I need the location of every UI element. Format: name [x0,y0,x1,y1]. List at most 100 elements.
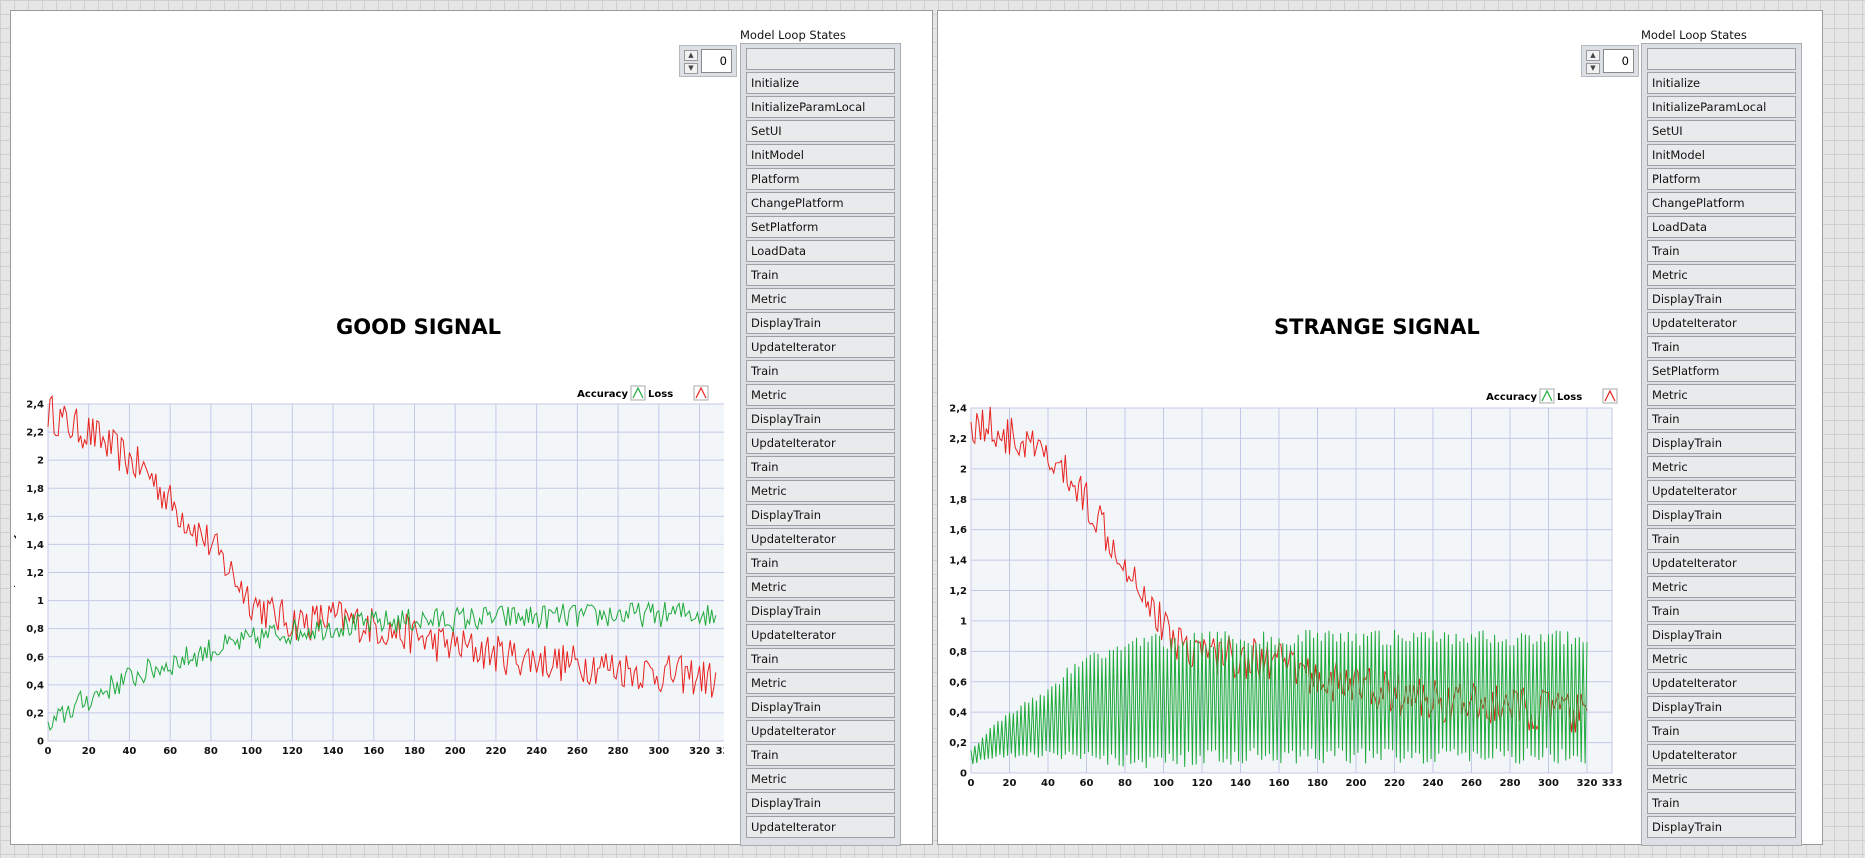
state-item[interactable]: Metric [746,672,895,694]
state-item[interactable]: DisplayTrain [1647,432,1796,454]
state-item[interactable]: DisplayTrain [1647,504,1796,526]
state-item[interactable]: DisplayTrain [1647,816,1796,838]
state-item[interactable]: DisplayTrain [746,504,895,526]
panel-title: STRANGE SIGNAL [1274,315,1480,339]
state-item[interactable]: UpdateIterator [746,528,895,550]
state-item[interactable] [1647,48,1796,70]
decrement-icon[interactable]: ▼ [684,63,698,74]
state-item[interactable]: DisplayTrain [1647,624,1796,646]
x-tick-label: 200 [1346,778,1367,789]
state-item[interactable]: SetPlatform [1647,360,1796,382]
state-item[interactable]: UpdateIterator [746,432,895,454]
state-item[interactable]: Metric [746,384,895,406]
state-item[interactable]: DisplayTrain [746,312,895,334]
state-item[interactable]: DisplayTrain [1647,288,1796,310]
legend-swatch-loss [693,385,709,401]
state-item[interactable]: ChangePlatform [1647,192,1796,214]
state-item[interactable] [746,48,895,70]
state-item[interactable]: Metric [1647,576,1796,598]
decrement-icon[interactable]: ▼ [1586,63,1600,74]
y-tick-label: 1,2 [26,568,44,579]
state-item[interactable]: Train [1647,528,1796,550]
state-item[interactable]: Metric [1647,768,1796,790]
state-item[interactable]: Metric [746,288,895,310]
state-item[interactable]: LoadData [1647,216,1796,238]
state-item[interactable]: SetUI [1647,120,1796,142]
state-item[interactable]: UpdateIterator [1647,552,1796,574]
state-item[interactable]: UpdateIterator [1647,480,1796,502]
state-item[interactable]: Train [746,264,895,286]
numeric-value[interactable]: 0 [701,49,732,73]
x-tick-label: 120 [1192,778,1213,789]
state-item[interactable]: DisplayTrain [746,696,895,718]
state-item[interactable]: LoadData [746,240,895,262]
state-item[interactable]: Metric [746,480,895,502]
state-item[interactable]: SetPlatform [746,216,895,238]
y-tick-label: 1,2 [949,586,967,597]
state-item[interactable]: UpdateIterator [746,624,895,646]
legend-label-accuracy: Accuracy [577,389,628,400]
state-item[interactable]: ChangePlatform [746,192,895,214]
state-item[interactable]: Initialize [746,72,895,94]
increment-icon[interactable]: ▲ [1586,50,1600,61]
state-item[interactable]: Train [1647,408,1796,430]
state-item[interactable]: Train [1647,240,1796,262]
x-tick-label: 100 [1153,778,1174,789]
state-item[interactable]: Train [746,744,895,766]
state-item[interactable]: Metric [1647,264,1796,286]
state-item[interactable]: Platform [746,168,895,190]
y-tick-label: 2,2 [26,428,44,439]
x-tick-label: 0 [968,778,975,789]
state-item[interactable]: Train [1647,792,1796,814]
state-item[interactable]: InitializeParamLocal [1647,96,1796,118]
state-item[interactable]: Train [1647,600,1796,622]
state-item[interactable]: Train [1647,720,1796,742]
state-item[interactable]: Metric [746,768,895,790]
x-tick-label: 260 [567,746,588,757]
x-tick-label: 280 [1500,778,1521,789]
state-item[interactable]: Train [746,360,895,382]
model-loop-states-list[interactable]: Initialize InitializeParamLocal SetUI InitM… [740,43,901,846]
state-item[interactable]: Train [1647,336,1796,358]
model-loop-states-list[interactable]: Initialize InitializeParamLocal SetUI InitM… [1641,43,1802,846]
numeric-spinner[interactable]: ▲ ▼ [684,50,698,74]
numeric-value[interactable]: 0 [1603,49,1634,73]
state-item[interactable]: UpdateIterator [1647,312,1796,334]
state-item[interactable]: SetUI [746,120,895,142]
state-item[interactable]: Train [746,648,895,670]
state-item[interactable]: Train [746,456,895,478]
y-tick-label: 1 [37,596,44,607]
state-item[interactable]: Platform [1647,168,1796,190]
state-item[interactable]: InitModel [746,144,895,166]
x-tick-label: 320 [689,746,710,757]
state-item[interactable]: UpdateIterator [1647,744,1796,766]
x-tick-label: 60 [163,746,177,757]
state-item[interactable]: Initialize [1647,72,1796,94]
state-item[interactable]: InitModel [1647,144,1796,166]
state-item[interactable]: Metric [746,576,895,598]
x-tick-label: 80 [1118,778,1132,789]
state-item[interactable]: UpdateIterator [746,336,895,358]
state-item[interactable]: UpdateIterator [746,720,895,742]
state-item[interactable]: Metric [1647,456,1796,478]
state-item[interactable]: DisplayTrain [746,408,895,430]
x-tick-label: 280 [608,746,629,757]
state-index-numeric[interactable]: ▲ ▼ 0 [679,45,737,77]
state-item[interactable]: DisplayTrain [746,792,895,814]
y-tick-label: 1,4 [26,540,44,551]
state-item[interactable]: DisplayTrain [746,600,895,622]
numeric-spinner[interactable]: ▲ ▼ [1586,50,1600,74]
increment-icon[interactable]: ▲ [684,50,698,61]
x-tick-label: 220 [485,746,506,757]
state-item[interactable]: DisplayTrain [1647,696,1796,718]
y-axis-title: Loss/Accuracy [939,550,940,630]
state-item[interactable]: Train [746,552,895,574]
x-tick-label: 180 [404,746,425,757]
state-item[interactable]: UpdateIterator [1647,672,1796,694]
state-item[interactable]: InitializeParamLocal [746,96,895,118]
state-item[interactable]: UpdateIterator [746,816,895,838]
state-item[interactable]: Metric [1647,384,1796,406]
state-item[interactable]: Metric [1647,648,1796,670]
y-tick-label: 0 [37,737,44,748]
state-index-numeric[interactable]: ▲ ▼ 0 [1581,45,1639,77]
